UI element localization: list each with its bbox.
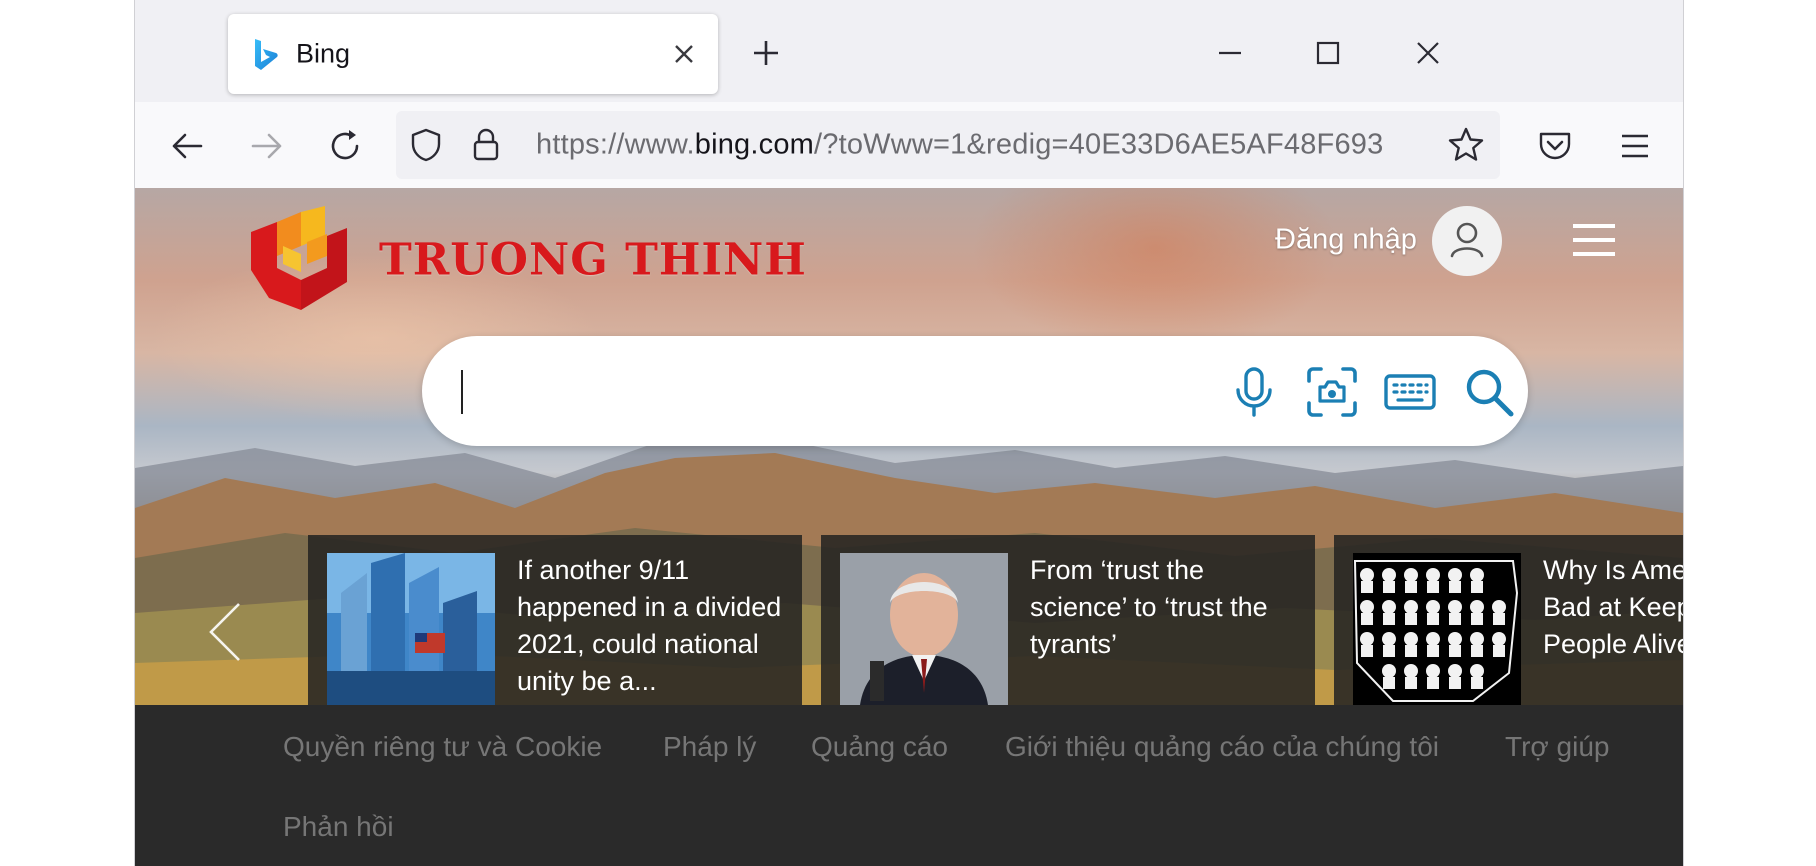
hero-background: TRUONG THINH Đăng nhập If another 9/11 h… (135, 188, 1683, 705)
lock-icon[interactable] (468, 127, 504, 163)
reload-icon[interactable] (325, 126, 365, 166)
tab-bing[interactable]: Bing (228, 14, 718, 94)
maximize-icon[interactable] (1311, 36, 1345, 70)
plus-icon[interactable] (749, 36, 783, 70)
news-title: Why Is America So Bad at Keeping People … (1543, 555, 1683, 659)
star-icon[interactable] (1446, 125, 1486, 165)
bing-icon (255, 39, 278, 70)
close-icon[interactable] (1411, 36, 1445, 70)
url-path: /?toWww=1&redig=40E33D6AE5AF48F693 (814, 128, 1384, 161)
carousel-prev-chevron-icon[interactable] (205, 600, 245, 664)
minimize-icon[interactable] (1213, 36, 1247, 70)
keyboard-icon[interactable] (1383, 365, 1437, 419)
news-title: If another 9/11 happened in a divided 20… (517, 555, 782, 696)
user-icon (1450, 222, 1484, 258)
news-title: From ‘trust the science’ to ‘trust the t… (1030, 555, 1268, 659)
shield-icon[interactable] (408, 127, 444, 163)
footer-link-privacy[interactable]: Quyền riêng tư và Cookie (283, 731, 602, 763)
signin-link[interactable]: Đăng nhập (1275, 224, 1417, 257)
news-card[interactable]: Why Is America So Bad at Keeping People … (1334, 535, 1683, 705)
forward-arrow-icon[interactable] (247, 126, 287, 166)
url-text[interactable]: https://www.bing.com/?toWww=1&redig=40E3… (536, 129, 1383, 162)
news-thumbnail-map (1353, 553, 1521, 705)
bing-page: TRUONG THINH Đăng nhập If another 9/11 h… (135, 188, 1683, 866)
hamburger-menu-icon[interactable] (1571, 220, 1617, 260)
footer-link-legal[interactable]: Pháp lý (663, 731, 756, 763)
truong-thinh-logo (251, 206, 347, 310)
menu-icon[interactable] (1615, 126, 1655, 166)
tab-title: Bing (296, 38, 351, 69)
navigation-toolbar: https://www.bing.com/?toWww=1&redig=40E3… (135, 102, 1683, 188)
avatar[interactable] (1432, 206, 1502, 276)
brand-name: TRUONG THINH (379, 234, 807, 286)
news-thumbnail-skyscrapers (327, 553, 495, 705)
visual-search-icon[interactable] (1305, 365, 1359, 419)
search-icon[interactable] (1462, 365, 1516, 419)
text-caret (461, 370, 463, 414)
pocket-icon[interactable] (1535, 126, 1575, 166)
url-prefix: https://www. (536, 128, 695, 161)
footer-link-about-ads[interactable]: Giới thiệu quảng cáo của chúng tôi (1005, 731, 1439, 763)
footer: Quyền riêng tư và Cookie Pháp lý Quảng c… (135, 705, 1683, 866)
browser-window: Bing https://www.bing.com/?toWww=1&redig… (134, 0, 1684, 866)
footer-link-feedback[interactable]: Phản hồi (283, 811, 394, 843)
news-card[interactable]: If another 9/11 happened in a divided 20… (308, 535, 802, 705)
news-thumbnail-portrait (840, 553, 1008, 705)
news-card[interactable]: From ‘trust the science’ to ‘trust the t… (821, 535, 1315, 705)
footer-link-advertise[interactable]: Quảng cáo (811, 731, 948, 763)
search-input[interactable] (452, 356, 1176, 428)
url-host: bing.com (694, 128, 815, 161)
close-icon[interactable] (670, 40, 698, 68)
footer-link-help[interactable]: Trợ giúp (1505, 731, 1609, 763)
microphone-icon[interactable] (1227, 365, 1281, 419)
tab-strip: Bing (135, 0, 1683, 102)
search-box (422, 336, 1528, 446)
address-bar[interactable]: https://www.bing.com/?toWww=1&redig=40E3… (396, 111, 1500, 179)
back-arrow-icon[interactable] (167, 126, 207, 166)
